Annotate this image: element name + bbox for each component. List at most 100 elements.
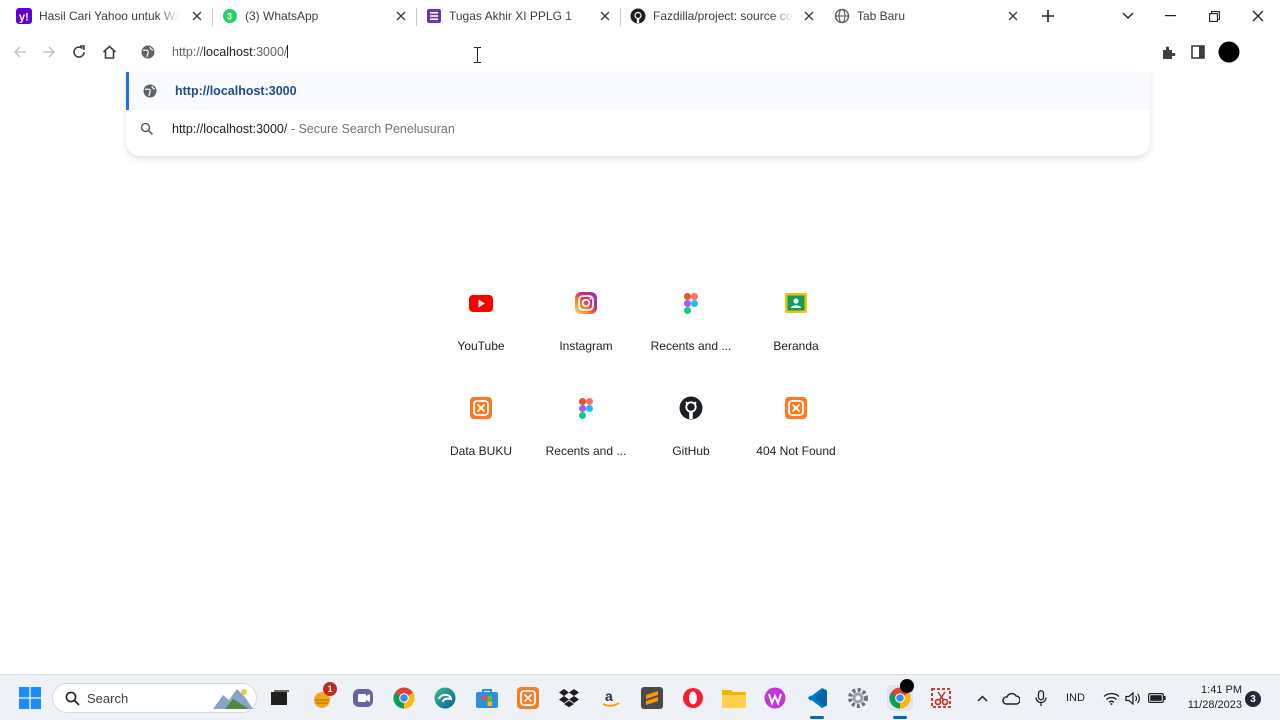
tab-new-tab[interactable]: Tab Baru [834, 0, 1028, 32]
globe-icon [834, 8, 850, 24]
tray-overflow-button[interactable] [970, 686, 994, 710]
arrow-right-icon [43, 46, 56, 58]
shortcut-figma[interactable]: Recents and ... [646, 280, 736, 380]
amazon-button[interactable]: a [599, 686, 623, 710]
close-window-button[interactable] [1247, 6, 1269, 26]
search-placeholder: Search [87, 690, 129, 706]
opera-icon [683, 688, 703, 708]
figma-icon [668, 280, 714, 326]
shortcut-figma-2[interactable]: Recents and ... [541, 385, 631, 485]
search-icon [65, 691, 80, 706]
wps-icon [764, 687, 786, 709]
suggestion-query: http://localhost:3000/ [172, 122, 288, 136]
chrome-icon [393, 687, 415, 709]
home-button[interactable] [99, 42, 119, 62]
snipping-tool-button[interactable] [929, 686, 953, 710]
input-language[interactable]: IND [1066, 692, 1085, 704]
widgets-button[interactable]: 1 [310, 682, 337, 710]
close-tab-icon[interactable] [394, 9, 408, 23]
profile-button[interactable] [1217, 40, 1240, 63]
back-button[interactable] [10, 42, 30, 62]
avatar [1218, 41, 1239, 62]
close-tab-icon[interactable] [598, 9, 612, 23]
wps-button[interactable] [763, 686, 787, 710]
tab-title: Tugas Akhir XI PPLG 1 [449, 9, 572, 23]
omnibox-suggestion[interactable]: http://localhost:3000 [126, 72, 1150, 110]
shortcut-404[interactable]: 404 Not Found [751, 385, 841, 485]
xampp-taskbar-button[interactable] [516, 686, 540, 710]
shortcut-data-buku[interactable]: Data BUKU [436, 385, 526, 485]
snipping-tool-icon [931, 688, 951, 708]
network-button[interactable] [1099, 686, 1123, 710]
browser-toolbar: http://localhost:3000/ [0, 34, 1280, 70]
vscode-button[interactable] [805, 686, 829, 719]
side-panel-button[interactable] [1188, 42, 1208, 62]
shortcut-youtube[interactable]: YouTube [436, 280, 526, 380]
restore-button[interactable] [1203, 6, 1225, 26]
battery-button[interactable] [1145, 686, 1169, 710]
new-tab-button[interactable] [1038, 6, 1058, 26]
text-cursor-icon [474, 47, 481, 63]
tab-yahoo[interactable]: y! Hasil Cari Yahoo untuk WA W [16, 0, 212, 32]
edge-icon [434, 687, 456, 709]
volume-button[interactable] [1121, 686, 1145, 710]
microphone-icon [1035, 689, 1047, 706]
github-icon [630, 8, 646, 24]
url-port-path: :3000/ [252, 45, 288, 59]
file-explorer-button[interactable] [722, 686, 746, 710]
opera-button[interactable] [681, 686, 705, 710]
running-indicator [893, 716, 907, 719]
onedrive-button[interactable] [999, 686, 1023, 710]
tab-title: Fazdilla/project: source code [653, 9, 793, 23]
tab-title: Hasil Cari Yahoo untuk WA W [39, 9, 179, 23]
extensions-button[interactable] [1158, 42, 1178, 62]
amazon-icon: a [602, 688, 620, 707]
address-input[interactable]: http://localhost:3000/ [172, 45, 289, 59]
settings-button[interactable] [846, 686, 870, 710]
shortcut-label: GitHub [672, 444, 710, 458]
task-view-button[interactable] [268, 686, 292, 710]
vscode-icon [808, 688, 827, 708]
tab-forms[interactable]: Tugas Akhir XI PPLG 1 [426, 0, 620, 32]
whatsapp-icon: 3 [222, 8, 238, 24]
omnibox-suggestion[interactable]: http://localhost:3000/ - Secure Search P… [126, 110, 1150, 148]
figma-icon [563, 385, 609, 431]
chrome-active-button[interactable] [887, 679, 914, 719]
yahoo-icon: y! [16, 8, 32, 24]
tab-whatsapp[interactable]: 3 (3) WhatsApp [222, 0, 416, 32]
shortcut-label: Beranda [773, 339, 819, 353]
microphone-button[interactable] [1029, 686, 1053, 710]
forward-button[interactable] [39, 42, 59, 62]
tab-divider [416, 8, 417, 26]
notification-count-badge[interactable]: 3 [1245, 691, 1261, 707]
profile-badge [900, 679, 914, 693]
chrome-taskbar-button[interactable] [392, 686, 416, 710]
address-bar[interactable]: http://localhost:3000/ [132, 40, 1150, 64]
taskbar-search[interactable]: Search [52, 683, 257, 713]
tab-github[interactable]: Fazdilla/project: source code [630, 0, 824, 32]
close-tab-icon[interactable] [190, 9, 204, 23]
settings-icon [848, 688, 868, 708]
tab-search-button[interactable] [1117, 6, 1139, 26]
globe-icon [142, 83, 158, 99]
start-button[interactable] [18, 686, 42, 710]
minimize-button[interactable] [1159, 6, 1181, 26]
sublime-button[interactable] [640, 686, 664, 710]
store-button[interactable] [475, 686, 499, 710]
site-info-icon[interactable] [140, 44, 156, 60]
teams-button[interactable] [351, 686, 375, 710]
shortcut-beranda[interactable]: Beranda [751, 280, 841, 380]
clock-button[interactable]: 1:41 PM 11/28/2023 [1176, 683, 1242, 715]
reload-button[interactable] [69, 42, 89, 62]
xampp-icon [517, 687, 539, 709]
dropbox-button[interactable] [557, 686, 581, 710]
cloud-sync-icon [1002, 692, 1020, 705]
close-tab-icon[interactable] [802, 9, 816, 23]
shortcut-instagram[interactable]: Instagram [541, 280, 631, 380]
edge-button[interactable] [433, 686, 457, 710]
running-indicator [810, 716, 824, 719]
close-tab-icon[interactable] [1006, 9, 1020, 23]
shortcut-label: Recents and ... [650, 339, 732, 353]
shortcut-github[interactable]: GitHub [646, 385, 736, 485]
clock-date: 11/28/2023 [1187, 699, 1242, 711]
